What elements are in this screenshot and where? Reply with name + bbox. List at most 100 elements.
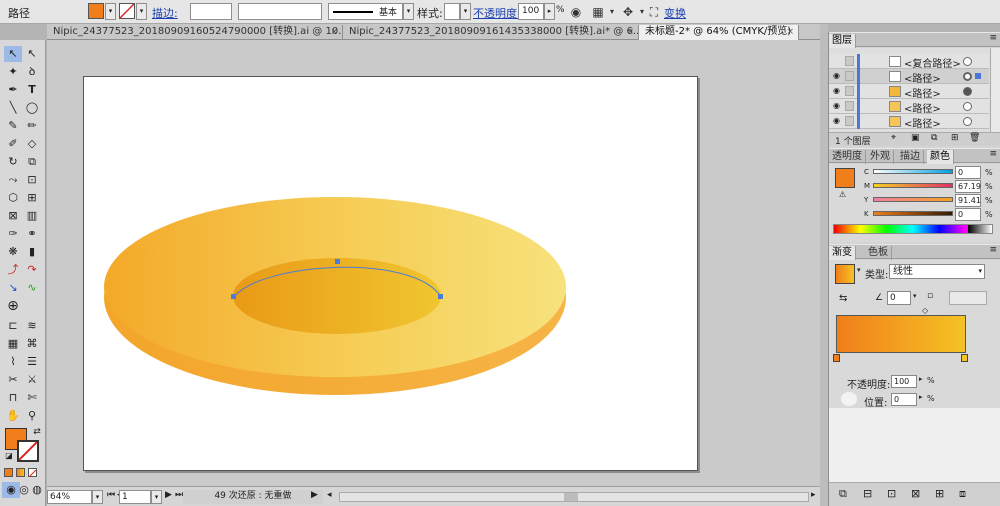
gradient-type-select[interactable]: 线性 ▾ [889, 264, 985, 279]
stop-opacity-field[interactable]: 100 [891, 375, 917, 388]
angle-field[interactable]: 0 [887, 291, 911, 305]
delete-layer-icon[interactable]: 🗑 [969, 133, 980, 143]
layer-color-bar [857, 99, 860, 114]
tab-gradient[interactable]: 渐变 [829, 246, 856, 260]
stop-position-dropdown[interactable]: ▸ [919, 393, 923, 401]
layer-row[interactable]: ◉ <路径> [829, 114, 989, 130]
midpoint-diamond-icon[interactable]: ◇ [922, 306, 928, 315]
gradient-slider[interactable] [836, 315, 966, 353]
intersect-icon[interactable]: ⊡ [887, 487, 896, 500]
stop-position-field[interactable]: 0 [891, 393, 917, 406]
eye-icon[interactable]: ◉ [833, 71, 840, 80]
panel-menu-icon[interactable]: ≡ [989, 149, 997, 159]
lock-toggle[interactable] [845, 56, 854, 66]
magenta-slider[interactable] [873, 183, 953, 188]
tab-appearance[interactable]: 外观 [867, 150, 894, 164]
gradient-stop-end[interactable] [961, 354, 968, 362]
layers-footer: 1 个图层 ⌖ ▣ ⧉ ⊞ 🗑 [829, 132, 1000, 147]
divide-icon[interactable]: ⊞ [935, 487, 944, 500]
tab-swatches[interactable]: 色板 [865, 246, 892, 260]
zoom-dropdown[interactable]: ▾ [92, 490, 103, 504]
gradient-preset-dropdown[interactable]: ▾ [857, 266, 861, 274]
target-icon[interactable] [963, 117, 972, 126]
zoom-field[interactable]: 64% [47, 490, 92, 504]
history-status: 49 次还原 : 无重做 [183, 490, 323, 504]
selection-indicator[interactable] [975, 73, 981, 79]
lock-toggle[interactable] [845, 116, 854, 126]
new-sublayer-icon[interactable]: ⧉ [931, 133, 937, 143]
lock-toggle[interactable] [845, 71, 854, 81]
yellow-slider[interactable] [873, 197, 953, 202]
layer-row[interactable]: ◉ <路径> [829, 99, 989, 115]
clipping-mask-icon[interactable]: ▣ [911, 133, 920, 143]
layer-color-bar [857, 114, 860, 129]
scroll-right-icon[interactable]: ▸ [811, 490, 816, 500]
layers-list: <复合路径> ◉ <路径> ◉ <路径> ◉ <路径> ◉ <路径> [829, 48, 1000, 132]
tab-color[interactable]: 颜色 [927, 150, 954, 164]
status-menu-icon[interactable]: ▶ [311, 490, 318, 500]
chevron-down-icon: ▾ [978, 267, 982, 275]
right-panel-dock: 图层 ≡ <复合路径> ◉ <路径> ◉ <路径> ◉ <路径> ◉ <路径> … [828, 32, 1000, 506]
eye-icon[interactable]: ◉ [833, 101, 840, 110]
black-slider[interactable] [873, 211, 953, 216]
eye-icon[interactable]: ◉ [833, 86, 840, 95]
cyan-value[interactable]: 0 [955, 166, 981, 179]
gradient-preview[interactable] [835, 264, 855, 284]
grayscale-strip[interactable] [968, 225, 992, 233]
horizontal-scrollbar[interactable] [339, 492, 809, 502]
layers-scrollbar[interactable] [990, 48, 1000, 132]
aspect-ratio-field[interactable] [949, 291, 987, 305]
color-fill-swatch[interactable] [835, 168, 855, 188]
anchor-point[interactable] [335, 259, 340, 264]
target-icon[interactable] [963, 87, 972, 96]
scrollbar-thumb[interactable] [564, 493, 578, 501]
angle-icon: ∠ [875, 293, 884, 303]
angle-dropdown[interactable]: ▾ [913, 292, 917, 300]
artboard-dropdown[interactable]: ▾ [151, 490, 162, 504]
stop-opacity-dropdown[interactable]: ▸ [919, 375, 923, 383]
plate-well[interactable] [233, 258, 441, 334]
cyan-slider[interactable] [873, 169, 953, 174]
tab-stroke[interactable]: 描边 [897, 150, 924, 164]
layer-row[interactable]: <复合路径> [829, 54, 989, 70]
yellow-value[interactable]: 91.41 [955, 194, 981, 207]
locate-object-icon[interactable]: ⌖ [891, 133, 896, 143]
exclude-icon[interactable]: ⊠ [911, 487, 920, 500]
trim-icon[interactable]: ⧈ [959, 487, 966, 501]
tab-layers[interactable]: 图层 [829, 34, 856, 48]
minus-front-icon[interactable]: ⊟ [863, 487, 872, 500]
layer-color-bar [857, 69, 860, 84]
anchor-point[interactable] [231, 294, 236, 299]
layer-name: <路径> [904, 74, 941, 85]
layer-row[interactable]: ◉ <路径> [829, 84, 989, 100]
panel-menu-icon[interactable]: ≡ [989, 245, 997, 255]
out-of-gamut-icon[interactable]: ⚠ [839, 190, 846, 199]
last-artboard-icon[interactable]: ⏭ [175, 490, 183, 500]
eye-icon[interactable]: ◉ [833, 116, 840, 125]
anchor-point[interactable] [438, 294, 443, 299]
tab-transparency[interactable]: 透明度 [829, 150, 866, 164]
color-spectrum[interactable] [833, 224, 993, 234]
gradient-type-value: 线性 [893, 266, 913, 277]
target-icon[interactable] [963, 57, 972, 66]
panel-menu-icon[interactable]: ≡ [989, 33, 997, 43]
artboard-field[interactable]: 1 [119, 490, 151, 504]
unite-icon[interactable]: ⧉ [839, 487, 847, 501]
target-icon[interactable] [963, 72, 972, 81]
magenta-value[interactable]: 67.19 [955, 180, 981, 193]
gradient-stop-start[interactable] [833, 354, 840, 362]
target-icon[interactable] [963, 102, 972, 111]
next-artboard-icon[interactable]: ▶ [165, 490, 172, 500]
reverse-gradient-icon[interactable]: ⇆ [839, 293, 847, 304]
black-value[interactable]: 0 [955, 208, 981, 221]
black-unit: % [985, 210, 993, 219]
layer-row[interactable]: ◉ <路径> [829, 69, 989, 85]
lock-toggle[interactable] [845, 101, 854, 111]
channel-label: M [864, 182, 871, 190]
layer-thumbnail [889, 116, 901, 127]
first-artboard-icon[interactable]: ⏮ [107, 490, 115, 500]
new-layer-icon[interactable]: ⊞ [951, 133, 959, 143]
aspect-ratio-icon: ▫ [927, 291, 934, 301]
lock-toggle[interactable] [845, 86, 854, 96]
scroll-left-icon[interactable]: ◂ [327, 490, 332, 500]
